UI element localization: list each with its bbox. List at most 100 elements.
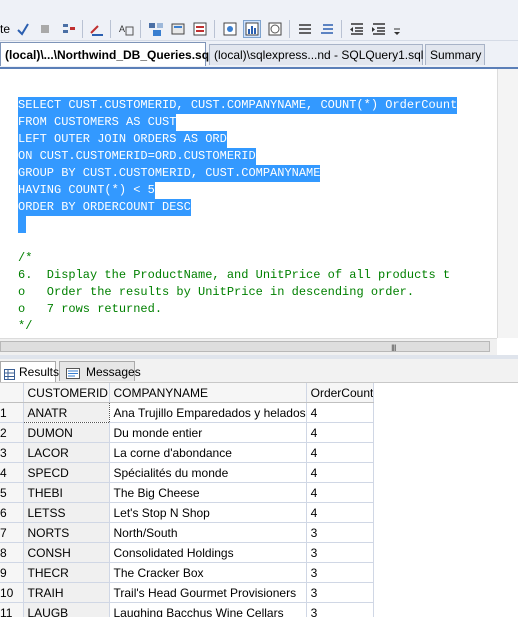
cell-ordercount[interactable]: 4 [306, 422, 375, 443]
cell-customerid[interactable]: TRAIH [23, 582, 110, 603]
comment-line: 6. Display the ProductName, and UnitPric… [18, 268, 451, 282]
query-options-icon[interactable] [191, 20, 209, 38]
table-row[interactable]: 1 ANATR Ana Trujillo Emparedados y helados… [0, 402, 375, 423]
grid-results-icon[interactable] [147, 20, 165, 38]
comment-line: /* [18, 251, 33, 265]
comment-line: o Order the results by UnitPrice in desc… [18, 285, 415, 299]
scroll-grip: III [391, 343, 396, 353]
table-row[interactable]: 6 LETSS Let's Stop N Shop 4 [0, 502, 375, 523]
tab-messages-label: Messages [86, 365, 141, 379]
outdent-icon[interactable] [348, 20, 366, 38]
cell-customerid[interactable]: THECR [23, 562, 110, 583]
cell-ordercount[interactable]: 4 [306, 502, 375, 523]
cell-customerid[interactable]: LACOR [23, 442, 110, 463]
cell-companyname[interactable]: Consolidated Holdings [109, 542, 307, 563]
cell-companyname[interactable]: Ana Trujillo Emparedados y helados [109, 402, 307, 423]
cell-customerid[interactable]: LAUGB [23, 602, 110, 617]
table-row[interactable]: 5 THEBI The Big Cheese 4 [0, 482, 375, 503]
cell-ordercount[interactable]: 3 [306, 582, 375, 603]
comment-icon[interactable] [296, 20, 314, 38]
statistics-icon[interactable] [243, 20, 261, 38]
row-number[interactable]: 10 [0, 582, 24, 603]
cell-ordercount[interactable]: 3 [306, 602, 375, 617]
row-number[interactable]: 11 [0, 602, 24, 617]
text-results-icon[interactable]: A [117, 20, 135, 38]
results-tab-bar: Results Messages [0, 359, 518, 383]
table-row[interactable]: 8 CONSH Consolidated Holdings 3 [0, 542, 375, 563]
cell-ordercount[interactable]: 3 [306, 562, 375, 583]
selected-sql-line: GROUP BY CUST.CUSTOMERID, CUST.COMPANYNA… [18, 165, 321, 182]
horizontal-scroll-thumb[interactable]: III [0, 341, 490, 353]
table-row[interactable]: 11 LAUGB Laughing Bacchus Wine Cellars 3 [0, 602, 375, 617]
row-number[interactable]: 9 [0, 562, 24, 583]
cell-ordercount[interactable]: 4 [306, 402, 375, 423]
selected-sql-line: ON CUST.CUSTOMERID=ORD.CUSTOMERID [18, 148, 256, 165]
query-editor[interactable]: SELECT CUST.CUSTOMERID, CUST.COMPANYNAME… [0, 69, 497, 338]
cell-companyname[interactable]: Let's Stop N Shop [109, 502, 307, 523]
cell-customerid[interactable]: LETSS [23, 502, 110, 523]
cell-companyname[interactable]: La corne d'abondance [109, 442, 307, 463]
row-number[interactable]: 7 [0, 522, 24, 543]
tab-northwind-queries[interactable]: (local)\...\Northwind_DB_Queries.sql [0, 42, 212, 66]
cell-companyname[interactable]: The Big Cheese [109, 482, 307, 503]
selected-sql-line: ORDER BY ORDERCOUNT DESC [18, 199, 191, 216]
table-row[interactable]: 2 DUMON Du monde entier 4 [0, 422, 375, 443]
column-header-companyname[interactable]: COMPANYNAME [109, 383, 307, 403]
cell-companyname[interactable]: Spécialités du monde [109, 462, 307, 483]
cell-ordercount[interactable]: 3 [306, 522, 375, 543]
debug-icon[interactable] [88, 20, 106, 38]
toolbar-options-icon[interactable] [392, 20, 402, 38]
comment-line: */ [18, 319, 33, 333]
cell-customerid[interactable]: DUMON [23, 422, 110, 443]
column-header-customerid[interactable]: CUSTOMERID [23, 383, 110, 403]
row-number-header[interactable] [0, 383, 24, 403]
row-number[interactable]: 8 [0, 542, 24, 563]
editor-horizontal-scrollbar[interactable]: III [0, 338, 497, 355]
table-row[interactable]: 4 SPECD Spécialités du monde 4 [0, 462, 375, 483]
row-number[interactable]: 6 [0, 502, 24, 523]
cell-customerid[interactable]: SPECD [23, 462, 110, 483]
cell-customerid[interactable]: CONSH [23, 542, 110, 563]
row-number[interactable]: 1 [0, 402, 24, 423]
cell-companyname[interactable]: The Cracker Box [109, 562, 307, 583]
cell-ordercount[interactable]: 3 [306, 542, 375, 563]
row-number[interactable]: 2 [0, 422, 24, 443]
toolbar-truncated-label: te [0, 22, 11, 36]
client-statistics-icon[interactable] [266, 20, 284, 38]
cell-customerid[interactable]: NORTS [23, 522, 110, 543]
parse-icon[interactable] [60, 20, 78, 38]
table-row[interactable]: 9 THECR The Cracker Box 3 [0, 562, 375, 583]
show-plan-icon[interactable] [221, 20, 239, 38]
cell-companyname[interactable]: North/South [109, 522, 307, 543]
row-number[interactable]: 3 [0, 442, 24, 463]
uncomment-icon[interactable] [318, 20, 336, 38]
table-row[interactable]: 10 TRAIH Trail's Head Gourmet Provisioners… [0, 582, 375, 603]
column-header-ordercount[interactable]: OrderCount [306, 383, 375, 403]
table-row[interactable]: 3 LACOR La corne d'abondance 4 [0, 442, 375, 463]
svg-text:A: A [119, 24, 125, 34]
cell-customerid[interactable]: THEBI [23, 482, 110, 503]
tab-sqlquery1[interactable]: (local)\sqlexpress...nd - SQLQuery1.sql [209, 44, 423, 65]
tab-summary[interactable]: Summary [425, 44, 485, 65]
grid-header-row: CUSTOMERID COMPANYNAME OrderCount [0, 383, 375, 403]
tab-results[interactable]: Results [0, 361, 59, 382]
row-number[interactable]: 5 [0, 482, 24, 503]
cell-ordercount[interactable]: 4 [306, 442, 375, 463]
indent-icon[interactable] [370, 20, 388, 38]
cell-ordercount[interactable]: 4 [306, 482, 375, 503]
selected-sql-line: LEFT OUTER JOIN ORDERS AS ORD [18, 131, 227, 148]
stop-icon[interactable] [36, 20, 54, 38]
cell-companyname[interactable]: Du monde entier [109, 422, 307, 443]
table-row[interactable]: 7 NORTS North/South 3 [0, 522, 375, 543]
cell-customerid[interactable]: ANATR [22, 402, 110, 423]
cell-companyname[interactable]: Trail's Head Gourmet Provisioners [109, 582, 307, 603]
results-grid[interactable]: CUSTOMERID COMPANYNAME OrderCount 1 ANATR… [0, 383, 518, 617]
file-results-icon[interactable] [169, 20, 187, 38]
check-icon[interactable] [14, 20, 32, 38]
cell-ordercount[interactable]: 4 [306, 462, 375, 483]
selected-sql-line: FROM CUSTOMERS AS CUST [18, 114, 177, 131]
tab-messages[interactable]: Messages [59, 361, 141, 381]
editor-vertical-scrollbar[interactable] [497, 69, 518, 338]
cell-companyname[interactable]: Laughing Bacchus Wine Cellars [109, 602, 307, 617]
row-number[interactable]: 4 [0, 462, 24, 483]
